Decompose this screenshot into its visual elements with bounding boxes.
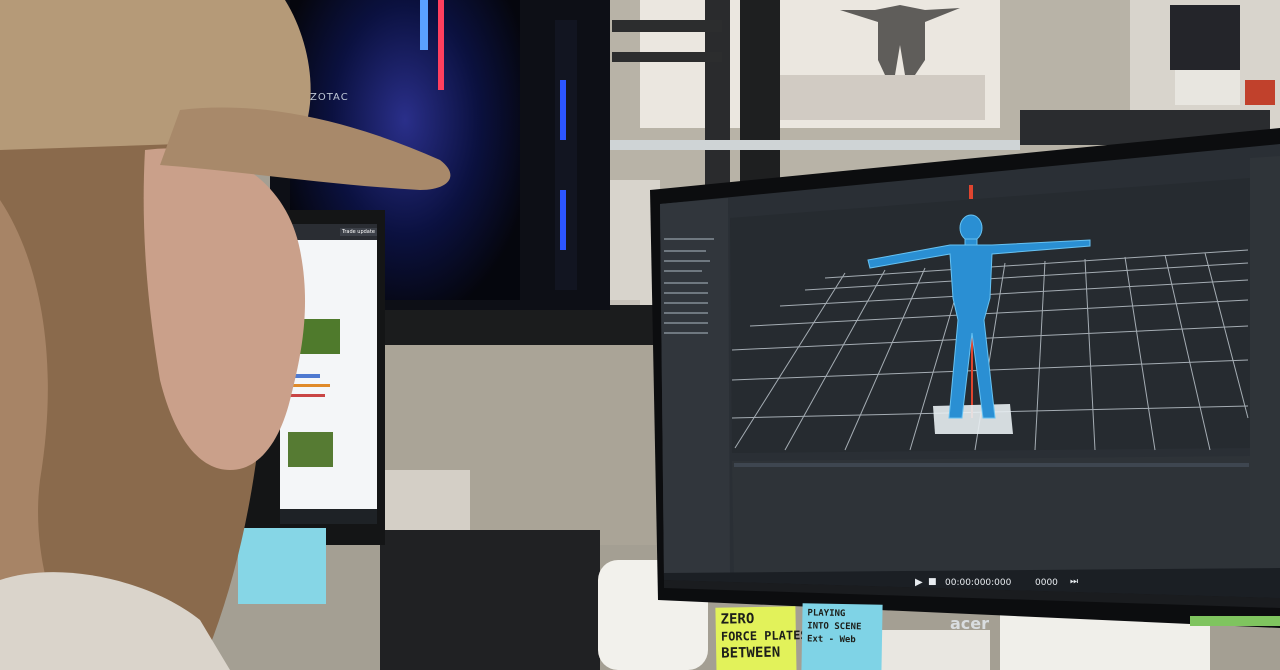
photo-scene: ZOTAC Trade update ▶ ■ 00:00:000:000 000… bbox=[0, 0, 1280, 670]
person-foreground bbox=[0, 0, 451, 670]
